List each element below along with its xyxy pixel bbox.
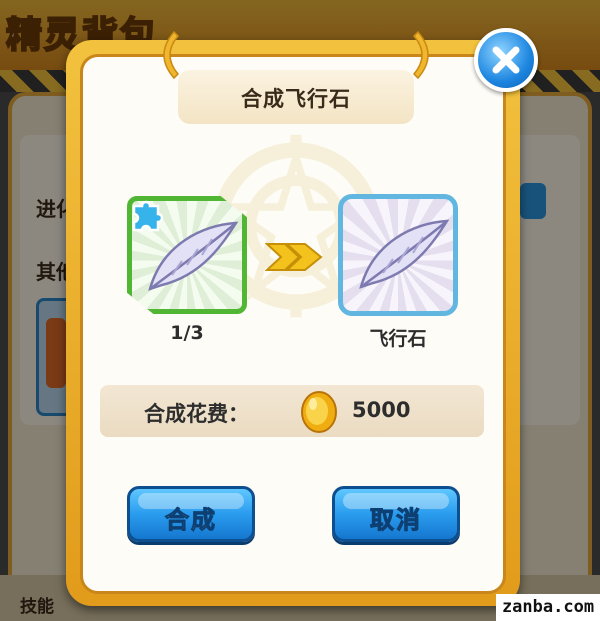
combine-button[interactable]: 合成 xyxy=(127,486,255,542)
title-right-bracket-icon xyxy=(412,30,429,80)
target-item-name: 飞行石 xyxy=(369,328,427,350)
background-card-art xyxy=(46,318,66,388)
dialog-title: 合成飞行石 xyxy=(241,87,351,111)
combine-button-label: 合成 xyxy=(165,506,217,535)
close-button[interactable] xyxy=(474,28,538,92)
title-left-bracket-icon xyxy=(163,30,180,80)
cancel-button-label: 取消 xyxy=(370,506,422,535)
double-arrow-icon xyxy=(265,243,323,271)
background-side-button xyxy=(520,183,546,219)
title-bar: 合成飞行石 xyxy=(178,70,414,124)
cost-value: 5000 xyxy=(352,398,411,422)
cost-label: 合成花费： xyxy=(144,402,249,426)
close-icon xyxy=(492,46,520,74)
site-watermark: zanba.com xyxy=(496,594,600,621)
source-item-count: 1/3 xyxy=(170,322,204,344)
puzzle-piece-icon xyxy=(132,200,164,232)
feather-icon xyxy=(359,219,450,289)
gold-coin-icon xyxy=(301,391,337,433)
cancel-button[interactable]: 取消 xyxy=(332,486,460,542)
target-item-slot[interactable] xyxy=(338,194,458,316)
background-text-skill: 技能 xyxy=(20,597,54,617)
